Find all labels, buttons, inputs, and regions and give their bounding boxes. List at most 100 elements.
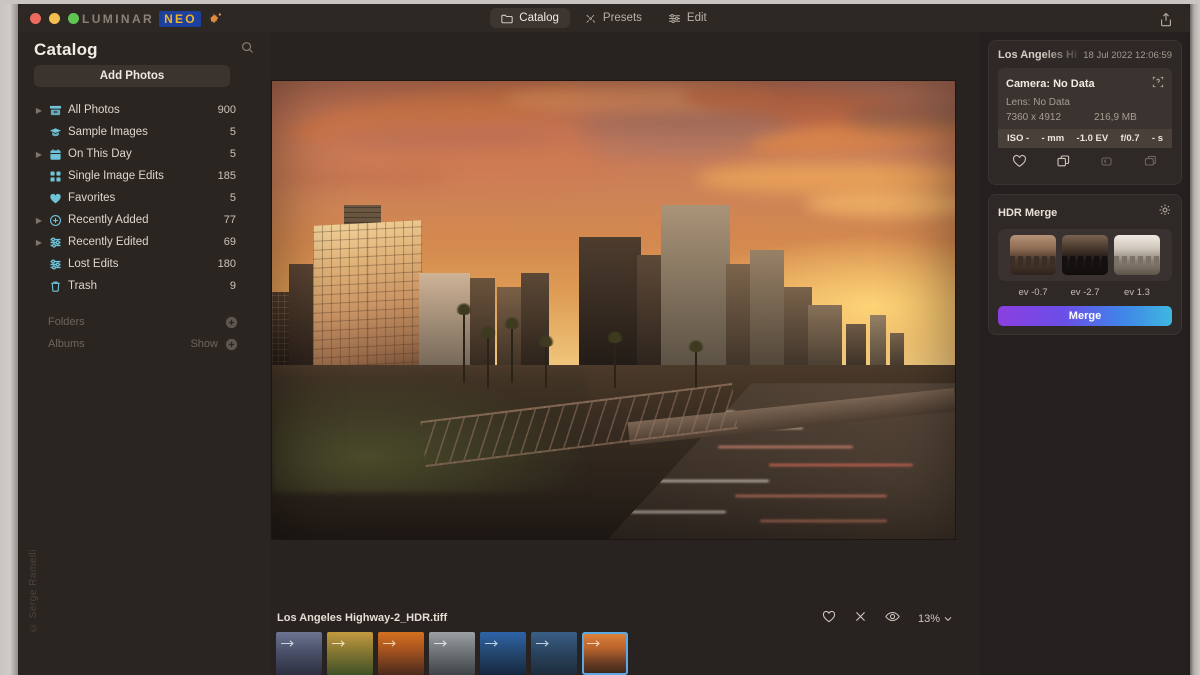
photo-canvas [270,32,980,675]
sidebar-item-count: 77 [223,214,236,226]
hdr-merge-title: HDR Merge [998,206,1058,219]
eye-icon[interactable] [885,610,900,628]
calendar-icon [48,147,62,161]
filmstrip-thumb-gray-coast[interactable] [429,632,475,675]
merge-button[interactable]: Merge [998,306,1172,326]
add-folder-icon[interactable] [225,316,238,329]
add-photos-button[interactable]: Add Photos [34,65,230,87]
tab-edit[interactable]: Edit [657,8,718,28]
grid-icon [48,169,62,183]
tab-catalog[interactable]: Catalog [490,8,570,28]
sidebar-section-albums[interactable]: Albums Show [34,333,252,355]
chevron-right-icon[interactable]: ▶ [34,106,44,115]
sidebar-item-trash[interactable]: Trash 9 [34,275,252,297]
rotate-icon[interactable] [1099,154,1114,173]
sidebar-item-label: Recently Edited [68,236,149,248]
main-photo-frame[interactable] [272,81,955,539]
sidebar-item-label: Trash [68,280,97,292]
sidebar-item-count: 9 [229,280,236,292]
filmstrip-thumb-blue-harbor[interactable] [480,632,526,675]
search-icon[interactable] [241,41,254,59]
exif-focal-length: - mm [1041,133,1065,144]
filmstrip-thumb-orange-sunset[interactable] [378,632,424,675]
exif-shutter-speed: - s [1151,133,1163,144]
sliders-icon [48,257,62,271]
graduation-icon [48,125,62,139]
arrow-icon [281,640,294,647]
sidebar-item-count: 5 [229,126,236,138]
add-album-icon[interactable] [225,338,238,351]
sidebar-item-recently-edited[interactable]: ▶ Recently Edited 69 [34,231,252,253]
palm-tree [503,316,522,384]
photo-capture-date: 18 Jul 2022 12:06:59 [1083,49,1172,61]
sidebar-item-recently-added[interactable]: ▶ Recently Added 77 [34,209,252,231]
mode-tabs: Catalog Presets Edit [18,7,1190,29]
chevron-right-icon[interactable]: ▶ [34,238,44,247]
filmstrip-thumb-dusk-street[interactable] [276,632,322,675]
filmstrip-thumb-autumn-park[interactable] [327,632,373,675]
arrow-icon [485,640,498,647]
compare-icon[interactable] [1143,154,1158,173]
sidebar-item-label: Favorites [68,192,116,204]
chevron-right-icon[interactable]: ▶ [34,216,44,225]
exif-technical-row: ISO - - mm -1.0 EV f/0.7 - s [998,129,1172,148]
sidebar-item-label: On This Day [68,148,132,160]
sidebar-item-label: Lost Edits [68,258,119,270]
filmstrip-thumb-blue-hills[interactable] [531,632,577,675]
sidebar-item-all-photos[interactable]: ▶ All Photos 900 [34,99,252,121]
heart-icon [48,191,62,205]
plus-circle-icon [48,213,62,227]
main-photo-la-highway-sunset[interactable] [272,81,955,539]
trash-icon [48,279,62,293]
sidebar-item-single-image-edits[interactable]: Single Image Edits 185 [34,165,252,187]
sidebar-section-folders[interactable]: Folders [34,311,252,333]
exif-block: Camera: No Data Lens: No Data 7360 x 491… [998,68,1172,148]
exif-exposure-value: -1.0 EV [1076,133,1109,144]
zoom-level-control[interactable]: 13% [918,613,952,625]
palm-tree [537,335,556,388]
exif-dimensions-row: 7360 x 4912 216,9 MB [1006,112,1164,123]
hdr-merge-card: HDR Merge ev -0.7 ev -2.7 ev 1.3 Merge [988,194,1182,335]
gear-icon[interactable] [1158,203,1172,222]
sliders-icon [668,13,681,24]
photo-quick-actions [998,150,1172,176]
archive-icon [48,103,62,117]
photo-info-header: Los Angeles Hi 18 Jul 2022 12:06:59 [998,49,1172,61]
filmstrip-thumb-la-skyline-selected[interactable] [582,632,628,675]
exif-camera: Camera: No Data [1006,78,1095,90]
exif-filesize: 216,9 MB [1094,112,1137,123]
photographer-watermark: © Serge Ramelli [28,548,39,633]
exif-dimensions: 7360 x 4912 [1006,112,1062,123]
sidebar-item-favorites[interactable]: Favorites 5 [34,187,252,209]
sidebar-item-count: 180 [217,258,236,270]
app-root: LUMINAR NEO Catalog Presets Edit Catalog… [0,0,1200,675]
photo-action-bar: 13% [822,610,952,628]
add-photos-label: Add Photos [99,70,165,82]
sidebar-item-label: Recently Added [68,214,149,226]
sparkle-icon [585,13,597,24]
share-export-icon[interactable] [1156,9,1176,29]
chevron-right-icon[interactable]: ▶ [34,150,44,159]
palm-tree [605,330,624,388]
catalog-nav-list: ▶ All Photos 900 Sample Images 5 ▶ On Th… [34,99,252,355]
filmstrip-bar: Los Angeles Highway-2_HDR.tiff 13% [270,607,980,675]
sidebar-item-on-this-day[interactable]: ▶ On This Day 5 [34,143,252,165]
filmstrip-thumbnails[interactable] [276,632,976,675]
sidebar-item-label: Single Image Edits [68,170,164,182]
sidebar-item-sample-images[interactable]: Sample Images 5 [34,121,252,143]
hdr-bracket-thumb-1[interactable] [1010,235,1056,275]
hdr-bracket-thumb-3[interactable] [1114,235,1160,275]
hdr-bracket-thumbnails [998,229,1172,281]
tab-presets[interactable]: Presets [574,8,653,28]
hdr-bracket-thumb-2[interactable] [1062,235,1108,275]
heart-icon[interactable] [822,610,836,628]
sidebar-item-lost-edits[interactable]: Lost Edits 180 [34,253,252,275]
sidebar-item-label: Sample Images [68,126,148,138]
arrow-icon [587,640,600,647]
close-icon[interactable] [854,610,867,628]
heart-icon[interactable] [1012,154,1027,173]
copy-icon[interactable] [1056,154,1071,173]
question-box-icon[interactable] [1152,75,1164,93]
albums-show-button[interactable]: Show [190,338,218,350]
sidebar-item-count: 5 [229,148,236,160]
